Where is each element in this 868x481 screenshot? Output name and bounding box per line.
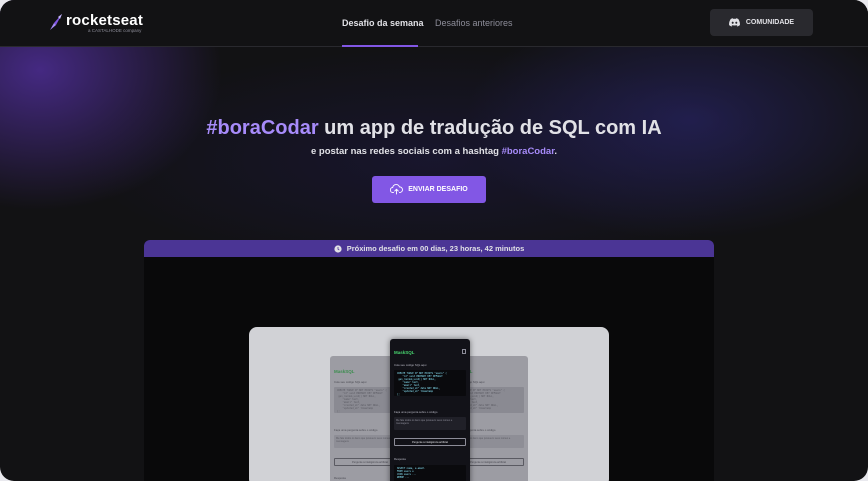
preview-question: Me fale todos os itens que possuem seus … [394,417,466,430]
preview-question-label: Faça uma pergunta sobre o código [334,428,378,432]
trash-icon [462,349,466,354]
hero-subtitle: e postar nas redes sociais com a hashtag… [0,146,868,158]
app-window: rocketseat a CASTALHODE company Desafio … [0,0,868,481]
top-header: rocketseat a CASTALHODE company Desafio … [0,0,868,47]
clock-icon [334,244,342,253]
preview-screen-center: MaskSQL Cole seu código SQL aqui CREATE … [390,339,470,481]
discord-icon [728,18,740,27]
rocketseat-logo[interactable]: rocketseat a CASTALHODE company [48,12,148,34]
rocket-logo-icon [50,14,62,30]
active-tab-indicator [342,45,418,47]
logo-subtitle: a CASTALHODE company [88,28,142,33]
preview-question-label: Faça uma pergunta sobre o código [394,410,438,414]
tab-desafio-da-semana[interactable]: Desafio da semana [342,17,424,29]
preview-response-label: Resposta [334,476,346,480]
countdown-text: Próximo desafio em 00 dias, 23 horas, 42… [346,244,525,253]
preview-response-label: Resposta [394,457,406,461]
hero-subtitle-end: . [554,146,558,157]
send-challenge-button[interactable]: ENVIAR DESAFIO [372,176,486,203]
preview-response: SELECT name, e.email FROM users e JOIN u… [394,465,466,481]
tab-desafios-anteriores[interactable]: Desafios anteriores [435,17,513,29]
challenge-preview-image: MaskSQL Cole seu código SQL aqui CREATE … [249,327,609,481]
community-button[interactable]: COMUNIDADE [710,9,813,36]
preview-code-label: Cole seu código SQL aqui [334,380,367,384]
hero-title-text: um app de tradução de SQL com IA [318,117,662,139]
preview-ask-button: Pergunte à inteligência artificial [394,438,466,446]
hero-subtitle-hashtag: #boraCodar [501,146,555,157]
countdown-bar: Próximo desafio em 00 dias, 23 horas, 42… [144,240,714,257]
hero-title-hashtag: #boraCodar [206,117,319,139]
hero-subtitle-text: e postar nas redes sociais com a hashtag [310,146,502,157]
preview-app-title: MaskSQL [334,369,355,374]
hero-title: #boraCodar um app de tradução de SQL com… [0,116,868,140]
preview-app-title: MaskSQL [394,350,415,355]
send-challenge-label: ENVIAR DESAFIO [408,186,468,193]
community-button-label: COMUNIDADE [745,19,795,26]
preview-code: CREATE TABLE IF NOT EXISTS "users" ( "id… [394,370,466,396]
preview-code-label: Cole seu código SQL aqui [394,363,427,367]
cloud-upload-icon [390,184,404,195]
challenge-card: Próximo desafio em 00 dias, 23 horas, 42… [144,240,714,481]
